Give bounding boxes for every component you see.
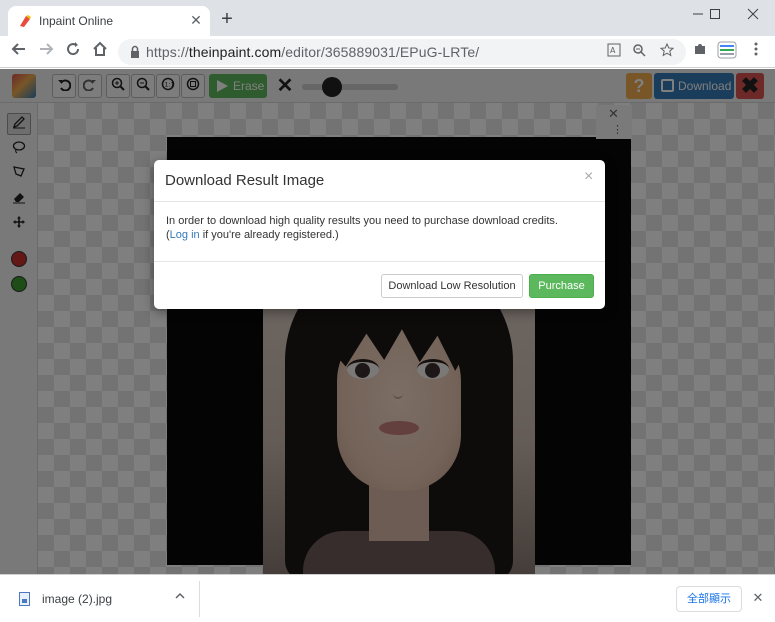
lock-icon[interactable] [128, 45, 142, 59]
reload-icon[interactable] [62, 41, 84, 63]
forward-arrow-icon[interactable] [35, 41, 57, 63]
modal-backdrop[interactable] [0, 69, 775, 574]
zoom-icon[interactable] [630, 43, 648, 61]
inpaint-editor: 1:1 Erase ✕ ? Download ✖ [0, 69, 775, 574]
address-bar[interactable]: https://theinpaint.com/editor/365889031/… [118, 39, 686, 65]
inpaint-favicon-icon [18, 14, 32, 28]
download-dialog: Download Result Image × In order to down… [154, 160, 605, 309]
home-icon[interactable] [89, 41, 111, 63]
window-close-icon[interactable] [738, 5, 768, 25]
dialog-body: In order to download high quality result… [166, 214, 596, 242]
dialog-title: Download Result Image [165, 172, 325, 189]
new-tab-button[interactable]: + [218, 9, 236, 29]
browser-toolbar: https://theinpaint.com/editor/365889031/… [0, 36, 775, 68]
dialog-message: In order to download high quality result… [166, 215, 558, 227]
dialog-login-hint: (Log in if you're already registered.) [166, 229, 339, 241]
profile-avatar-icon[interactable] [716, 41, 738, 63]
extensions-puzzle-icon[interactable] [689, 41, 711, 63]
tab-close-icon[interactable]: ✕ [188, 12, 204, 28]
chevron-up-icon[interactable] [174, 590, 186, 606]
dialog-header: Download Result Image × [154, 160, 605, 202]
shelf-close-icon[interactable]: ✕ [751, 590, 765, 606]
login-link[interactable]: Log in [170, 229, 200, 241]
show-all-button[interactable]: 全部顯示 [676, 586, 742, 612]
svg-text:A: A [610, 46, 616, 55]
dialog-footer: Download Low Resolution Purchase [154, 261, 605, 309]
download-shelf: image (2).jpg 全部顯示 ✕ [0, 574, 775, 622]
translate-icon[interactable]: A [605, 43, 623, 61]
browser-tab-strip: Inpaint Online ✕ + [0, 0, 775, 36]
dialog-close-icon[interactable]: × [584, 168, 593, 186]
bookmark-star-icon[interactable] [658, 42, 676, 61]
download-file-name[interactable]: image (2).jpg [42, 592, 112, 606]
download-low-resolution-button[interactable]: Download Low Resolution [381, 274, 523, 298]
maximize-icon[interactable] [700, 5, 730, 25]
image-file-icon [19, 592, 30, 606]
url-text: https://theinpaint.com/editor/365889031/… [146, 44, 480, 60]
tab-title: Inpaint Online [39, 14, 114, 28]
shelf-divider [199, 581, 200, 617]
back-arrow-icon[interactable] [8, 41, 30, 63]
chrome-menu-icon[interactable] [745, 41, 767, 63]
browser-tab[interactable]: Inpaint Online ✕ [8, 6, 210, 36]
purchase-button[interactable]: Purchase [529, 274, 594, 298]
